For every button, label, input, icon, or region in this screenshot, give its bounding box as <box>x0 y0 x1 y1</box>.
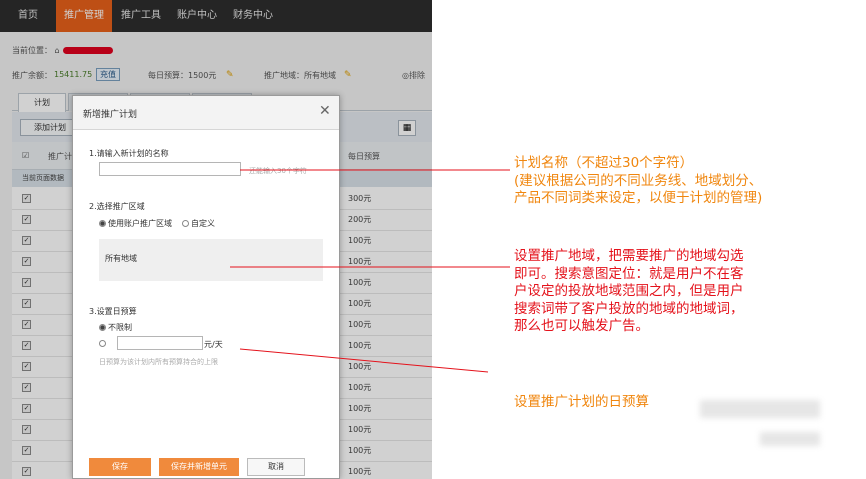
annotation-line: 设置推广地域，把需要推广的地域勾选 <box>514 248 744 264</box>
blurred-watermark <box>700 400 820 418</box>
annotation-line: 搜索词带了客户投放的地域的地域词， <box>514 300 744 317</box>
blurred-watermark <box>760 432 820 446</box>
annotation-line: (建议根据公司的不同业务线、地域划分、 <box>514 172 763 189</box>
annotation-line: 计划名称（不超过30个字符） <box>514 155 694 171</box>
annotation-line: 即可。搜索意图定位：就是用户不在客 <box>514 265 744 282</box>
annotation-budget: 设置推广计划的日预算 <box>514 394 649 410</box>
annotation-plan-name: 计划名称（不超过30个字符） (建议根据公司的不同业务线、地域划分、 产品不同词… <box>514 155 762 208</box>
annotation-line: 那么也可以触发广告。 <box>514 318 649 334</box>
annotation-line: 户设定的投放地域范围之内，但是用户 <box>514 283 744 299</box>
annotation-region: 设置推广地域，把需要推广的地域勾选 即可。搜索意图定位：就是用户不在客 户设定的… <box>514 248 744 336</box>
annotation-line: 产品不同词类来设定，以便于计划的管理) <box>514 190 763 206</box>
annotation-line-budget <box>239 348 489 373</box>
